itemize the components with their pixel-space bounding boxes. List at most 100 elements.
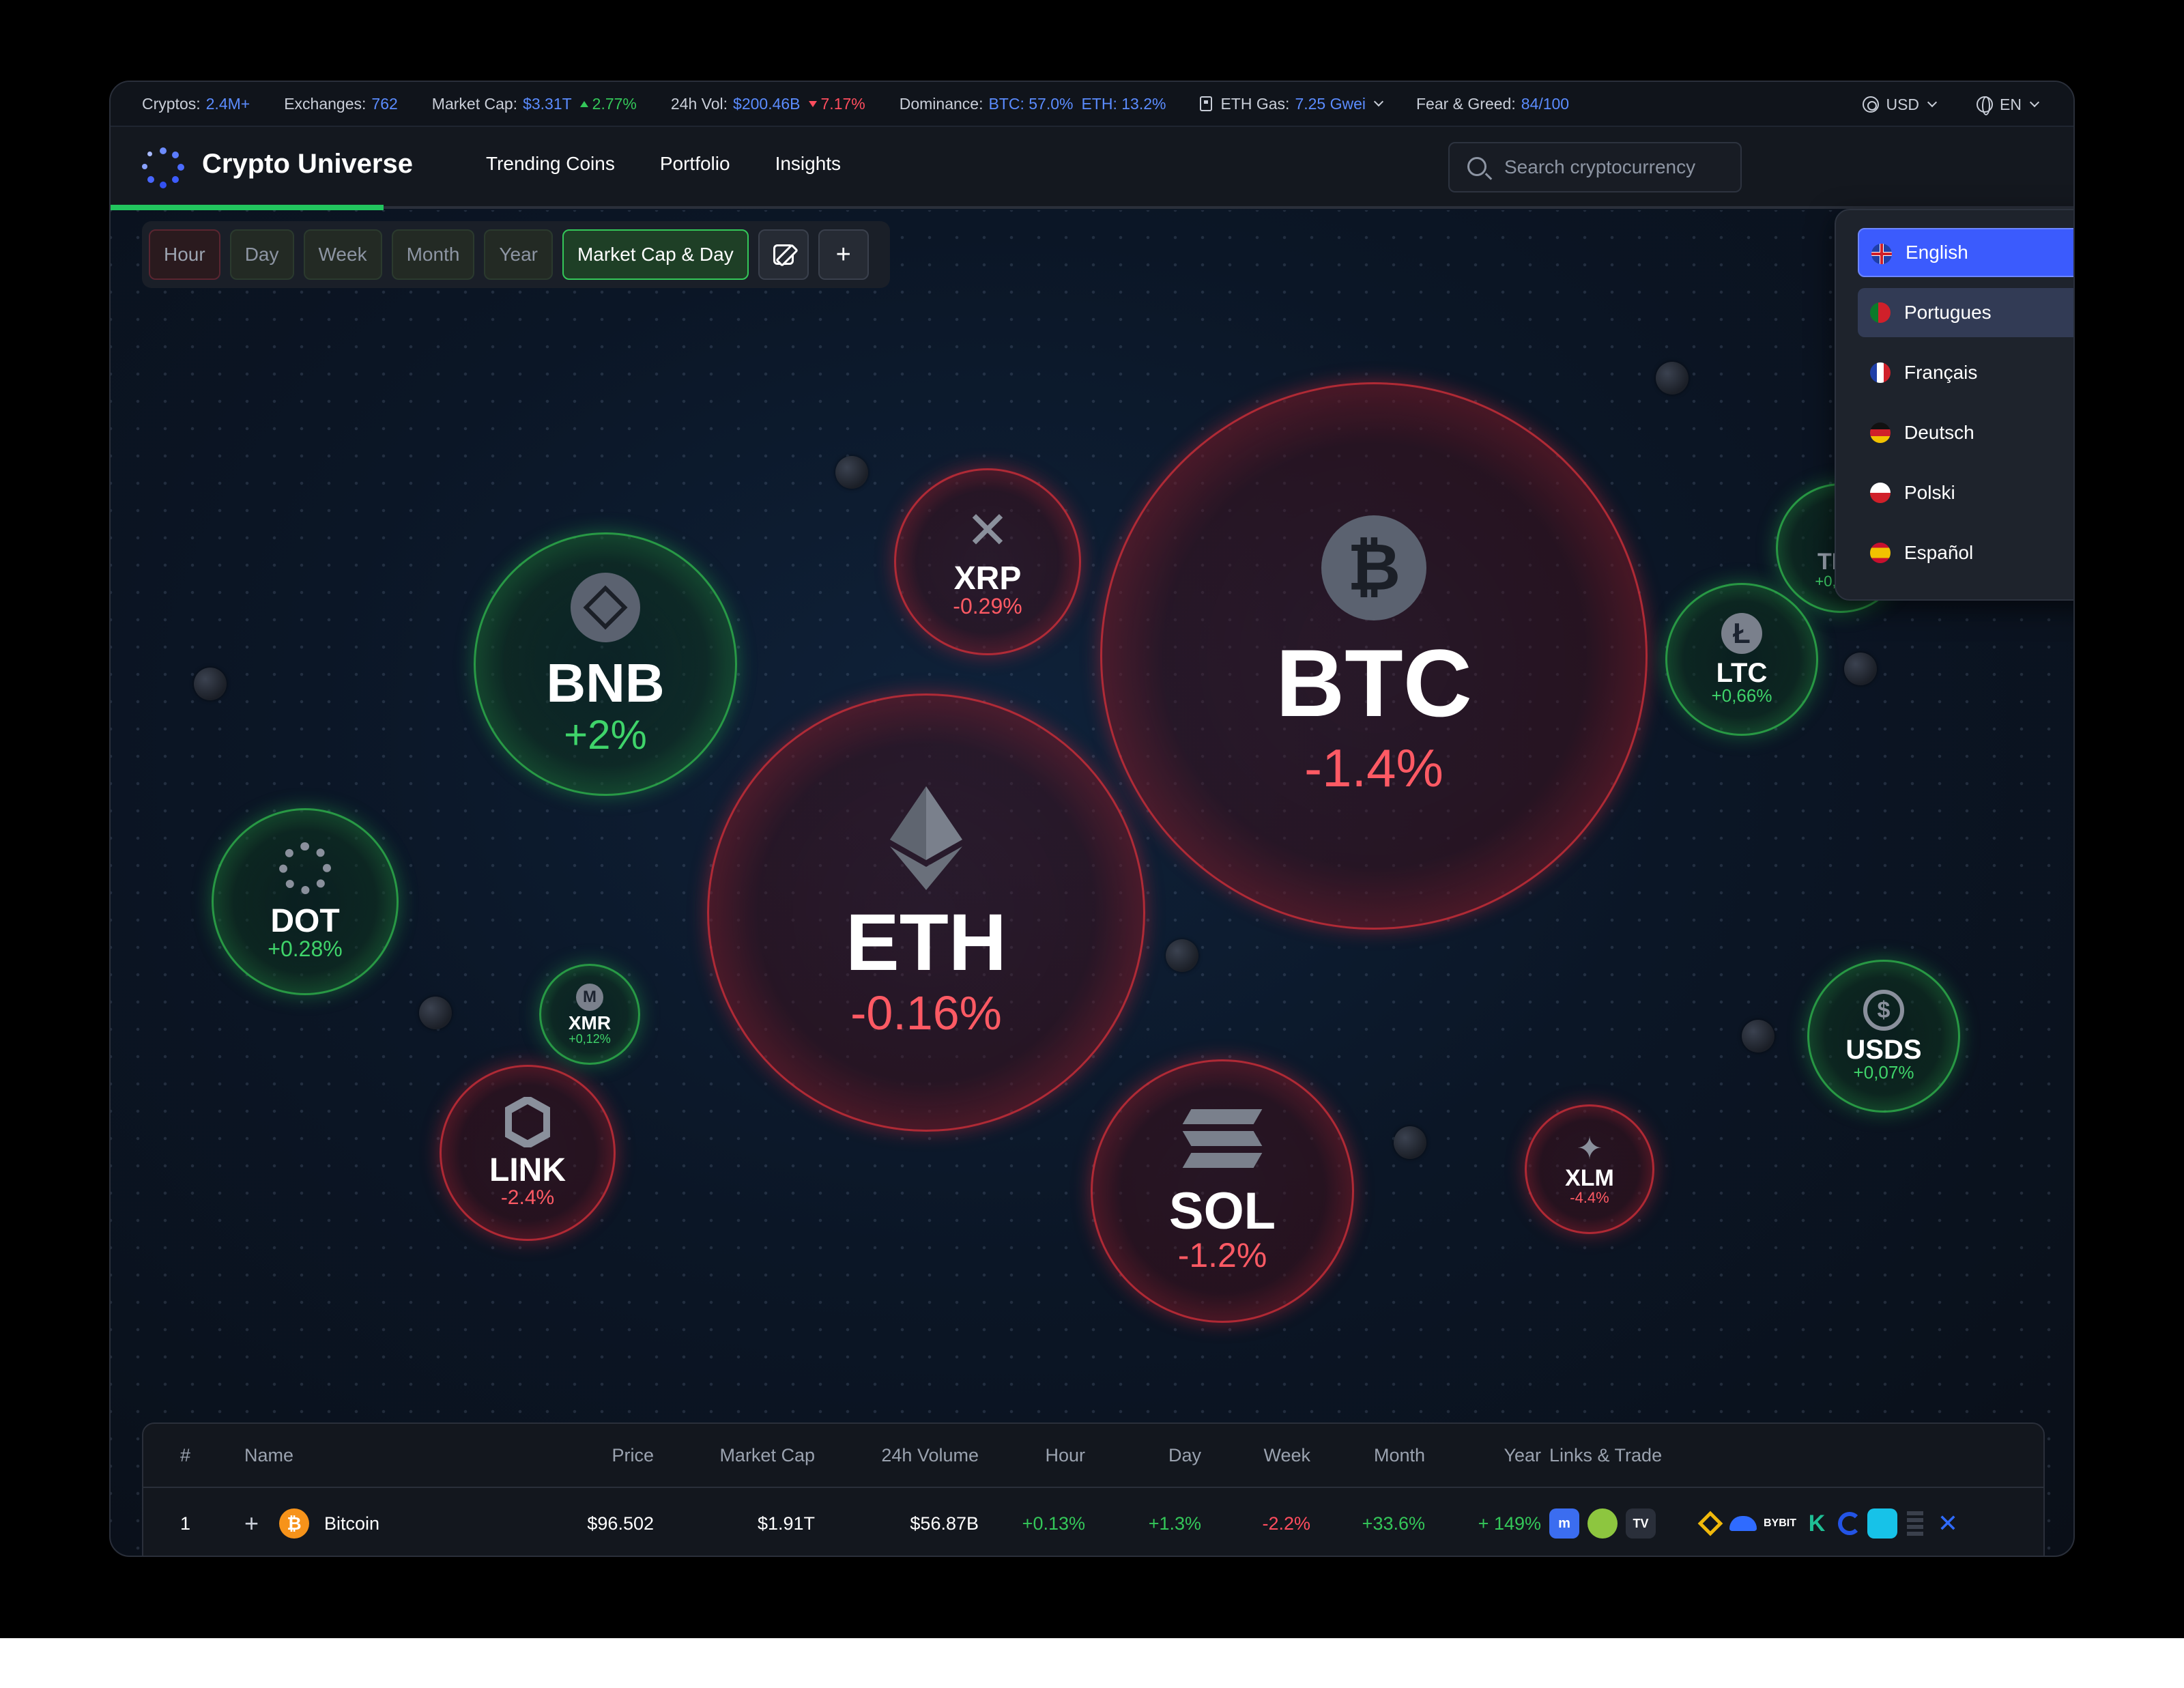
bubble-symbol: XMR [568,1012,612,1033]
poland-flag-icon [1870,483,1891,503]
language-option-english[interactable]: English [1858,228,2073,277]
table-row[interactable]: 1 + ₿ Bitcoin $96.502 $1.91T $56.87B +0.… [143,1489,2043,1556]
col-price[interactable]: Price [580,1424,654,1487]
tradingview-icon[interactable]: TV [1626,1508,1656,1539]
stat-exchanges: Exchanges: 762 [284,95,398,113]
bubble-bnb[interactable]: BNB +2% [474,532,737,796]
stat-dominance: Dominance: BTC: 57.0% ETH: 13.2% [900,95,1166,113]
language-select[interactable]: EN [1977,96,2040,115]
bubble-xrp[interactable]: ✕ XRP -0.29% [894,468,1081,655]
col-year[interactable]: Year [1433,1424,1541,1487]
chevron-down-icon [1373,96,1384,107]
coinmarketcap-icon[interactable]: m [1549,1508,1579,1539]
bubble-change: +0,66% [1711,685,1772,706]
stat-market-cap: Market Cap: $3.31T 2.77% [432,95,637,113]
col-rank[interactable]: # [180,1424,190,1487]
bubble-xmr[interactable]: M XMR +0,12% [539,964,640,1065]
decorative-orb [835,456,868,489]
language-dropdown: English Portugues Français Deutsch Polsk… [1835,209,2073,601]
bubble-ltc[interactable]: Ł LTC +0,66% [1665,583,1818,736]
language-label: Español [1904,542,1974,563]
col-market-cap[interactable]: Market Cap [676,1424,815,1487]
stat-value: 7.25 Gwei [1295,94,1366,113]
brand-name[interactable]: Crypto Universe [202,149,413,180]
bitget-icon[interactable] [1728,1508,1758,1539]
bubble-sol[interactable]: SOL -1.2% [1091,1059,1354,1323]
bitcoin-icon: ₿ [1321,515,1426,621]
menu-insights[interactable]: Insights [775,153,842,175]
bubble-change: -1.2% [1177,1235,1267,1274]
timeframe-filters: Hour Day Week Month Year Market Cap & Da… [142,221,890,288]
filter-week[interactable]: Week [303,229,382,280]
edit-icon [773,244,794,265]
portugal-flag-icon [1870,302,1891,323]
filter-market-cap-day[interactable]: Market Cap & Day [562,229,749,280]
col-name[interactable]: Name [244,1424,293,1487]
decorative-orb [1166,939,1198,972]
language-option-polski[interactable]: Polski [1858,468,2073,517]
add-to-portfolio-button[interactable]: + [244,1509,259,1538]
bubble-change: +0,12% [569,1031,611,1046]
filter-hour[interactable]: Hour [149,229,220,280]
bubble-xlm[interactable]: ✦ XLM -4.4% [1525,1104,1654,1234]
menu-trending-coins[interactable]: Trending Coins [486,153,615,175]
bubble-eth[interactable]: ETH -0.16% [707,693,1145,1132]
col-month[interactable]: Month [1317,1424,1425,1487]
logo-icon[interactable] [142,147,184,190]
main-nav: Crypto Universe Trending Coins Portfolio… [111,127,2073,209]
nav-divider [384,206,2073,209]
coin-name[interactable]: Bitcoin [324,1513,379,1534]
row-year: + 149% [1478,1513,1541,1534]
currency-icon [1863,96,1880,113]
bybit-icon[interactable]: BYBIT [1761,1508,1799,1539]
stat-value: BTC: 57.0% [988,94,1074,113]
bubble-symbol: XLM [1565,1165,1614,1192]
bubble-dot[interactable]: DOT +0.28% [212,808,399,995]
loading-progress-bar [111,205,384,210]
row-rank: 1 [180,1513,191,1534]
row-name-cell: + ₿ Bitcoin [244,1489,379,1556]
bubble-link[interactable]: LINK -2.4% [440,1065,616,1241]
decorative-orb [1394,1126,1426,1159]
filter-month[interactable]: Month [391,229,475,280]
chevron-down-icon [2029,97,2040,108]
polkadot-icon [279,842,331,895]
bubble-change: -1.4% [1304,738,1443,799]
binance-icon[interactable] [1695,1508,1725,1539]
bitstamp-icon[interactable] [1867,1508,1897,1539]
coingecko-icon[interactable] [1587,1508,1618,1539]
currency-select[interactable]: USD [1863,96,1938,114]
col-day[interactable]: Day [1099,1424,1201,1487]
filter-year[interactable]: Year [484,229,553,280]
gate-icon[interactable] [1835,1508,1865,1539]
language-option-espanol[interactable]: Español [1858,528,2073,577]
search-placeholder: Search cryptocurrency [1504,156,1696,177]
bubble-usds[interactable]: $ USDS +0,07% [1807,960,1960,1113]
stat-label: Fear & Greed: [1416,94,1516,113]
okx-icon[interactable] [1900,1508,1930,1539]
bubble-symbol: LTC [1716,658,1768,689]
bubble-btc[interactable]: ₿ BTC -1.4% [1100,382,1648,930]
bubble-change: +0.28% [268,936,343,962]
add-filter-button[interactable]: + [818,229,869,280]
language-option-deutsch[interactable]: Deutsch [1858,408,2073,457]
col-week[interactable]: Week [1208,1424,1310,1487]
kucoin-icon[interactable]: K [1802,1508,1832,1539]
stat-eth-gas[interactable]: ETH Gas: 7.25 Gwei [1200,94,1384,113]
stat-change: 2.77% [592,94,637,113]
menu-portfolio[interactable]: Portfolio [660,153,730,175]
bubble-symbol: BNB [546,652,665,713]
filter-day[interactable]: Day [229,229,294,280]
edit-filters-button[interactable] [758,229,809,280]
search-input[interactable]: Search cryptocurrency [1448,142,1742,192]
coins-table: # Name Price Market Cap 24h Volume Hour … [142,1422,2045,1556]
bubble-symbol: SOL [1168,1182,1276,1240]
monero-icon: M [576,983,603,1011]
language-option-francais[interactable]: Français [1858,348,2073,397]
stat-value: 2.4M+ [205,94,250,113]
stats-bar: Cryptos: 2.4M+ Exchanges: 762 Market Cap: $… [111,82,2073,127]
language-option-portugues[interactable]: Portugues [1858,288,2073,337]
col-hour[interactable]: Hour [990,1424,1085,1487]
col-volume[interactable]: 24h Volume [826,1424,979,1487]
coinbase-icon[interactable]: ✕ [1933,1508,1963,1539]
